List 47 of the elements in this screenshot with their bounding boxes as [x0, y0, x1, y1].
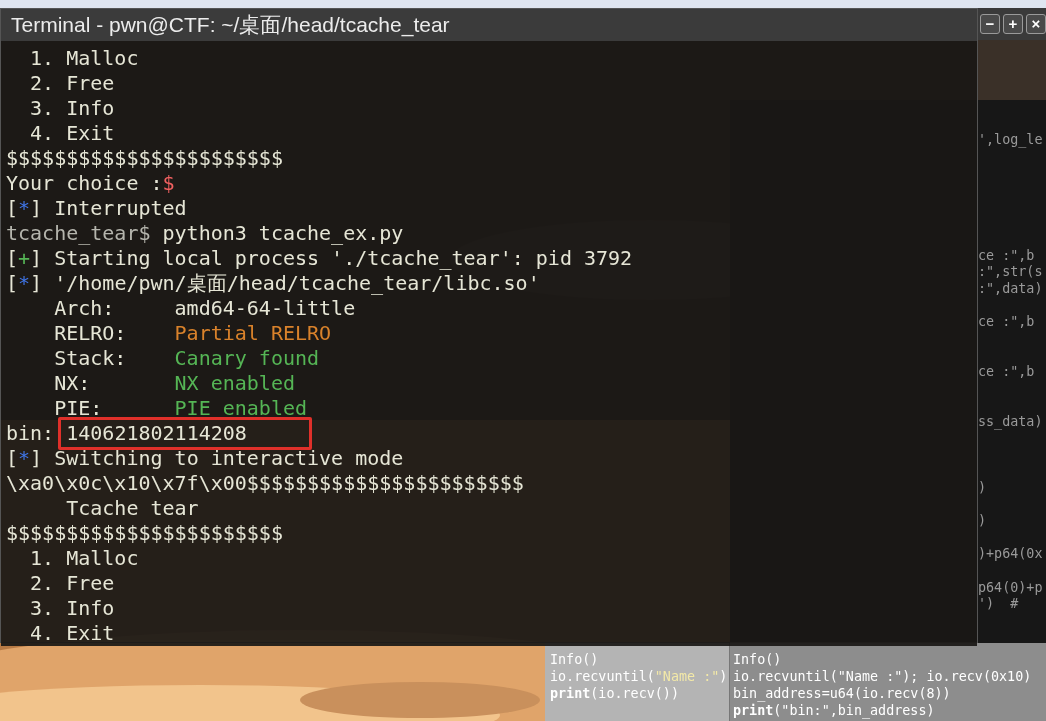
window-button[interactable]: −	[980, 14, 1000, 34]
window-button[interactable]: +	[1003, 14, 1023, 34]
code-fragment: :",str(s	[978, 264, 1043, 281]
terminal-line: [*] Switching to interactive mode	[6, 445, 405, 471]
code-fragment: p64(0)+p	[978, 579, 1043, 597]
window-button[interactable]: ×	[1026, 14, 1046, 34]
terminal-line: tcache_tear$ python3 tcache_ex.py	[6, 220, 405, 246]
code-line: bin_address=u64(io.recv(8))	[733, 685, 952, 702]
terminal-line: 2. Free	[29, 70, 116, 96]
code-fragment: ss_data)	[978, 413, 1043, 431]
code-fragment: ce :",b	[978, 247, 1035, 265]
code-line: Info()	[733, 651, 783, 668]
terminal-line: 1. Malloc	[29, 45, 140, 71]
terminal-line: bin: 140621802114208	[6, 420, 977, 446]
terminal-line: Your choice :$	[6, 170, 176, 196]
code-fragment: )	[978, 480, 987, 497]
code-fragment: ce :",b	[978, 314, 1035, 331]
terminal-line: Stack: Canary found	[53, 345, 321, 371]
terminal-line: 4. Exit	[29, 120, 116, 146]
code-line: print("bin:",bin_address)	[733, 702, 936, 719]
terminal-line: 2. Free	[29, 570, 116, 596]
terminal-line: [*] '/home/pwn/桌面/head/tcache_tear/libc.so'	[6, 270, 541, 296]
terminal-line: $$$$$$$$$$$$$$$$$$$$$$$	[6, 520, 284, 546]
code-line: io.recvuntil("Name :")	[550, 668, 729, 685]
code-fragment: ') #	[978, 596, 1019, 613]
terminal-line: Arch: amd64-64-little	[53, 295, 357, 321]
code-fragment: )+p64(0x	[978, 546, 1043, 564]
window-title: Terminal - pwn@CTF: ~/桌面/head/tcache_tear	[11, 12, 450, 39]
terminal-line: [+] Starting local process './tcache_tear': pid 3792	[6, 245, 634, 271]
terminal-line: $$$$$$$$$$$$$$$$$$$$$$$	[6, 145, 284, 171]
code-line: print(io.recv())	[550, 685, 680, 702]
terminal-line: [*] Interrupted	[6, 195, 188, 221]
terminal-line: \xa0\x0c\x10\x7f\x00$$$$$$$$$$$$$$$$$$$$$$$	[6, 470, 525, 496]
code-line: Info()	[550, 651, 600, 668]
terminal-line: NX: NX enabled	[53, 370, 296, 396]
terminal-line: 3. Info	[29, 95, 116, 121]
code-fragment: :",data)	[978, 280, 1043, 298]
terminal-line: Tcache tear	[65, 495, 200, 521]
code-fragment: ce :",b	[978, 363, 1035, 381]
terminal-line: 3. Info	[29, 595, 116, 621]
code-line: io.recvuntil("Name :"); io.recv(0x10)	[733, 668, 1033, 685]
terminal-line: 1. Malloc	[29, 545, 140, 571]
code-fragment: ',log_le	[978, 131, 1043, 149]
code-fragment: )	[978, 513, 987, 530]
terminal-line: RELRO: Partial RELRO	[53, 320, 333, 346]
terminal-line: PIE: PIE enabled	[53, 395, 309, 421]
terminal-line: 4. Exit	[29, 620, 116, 646]
